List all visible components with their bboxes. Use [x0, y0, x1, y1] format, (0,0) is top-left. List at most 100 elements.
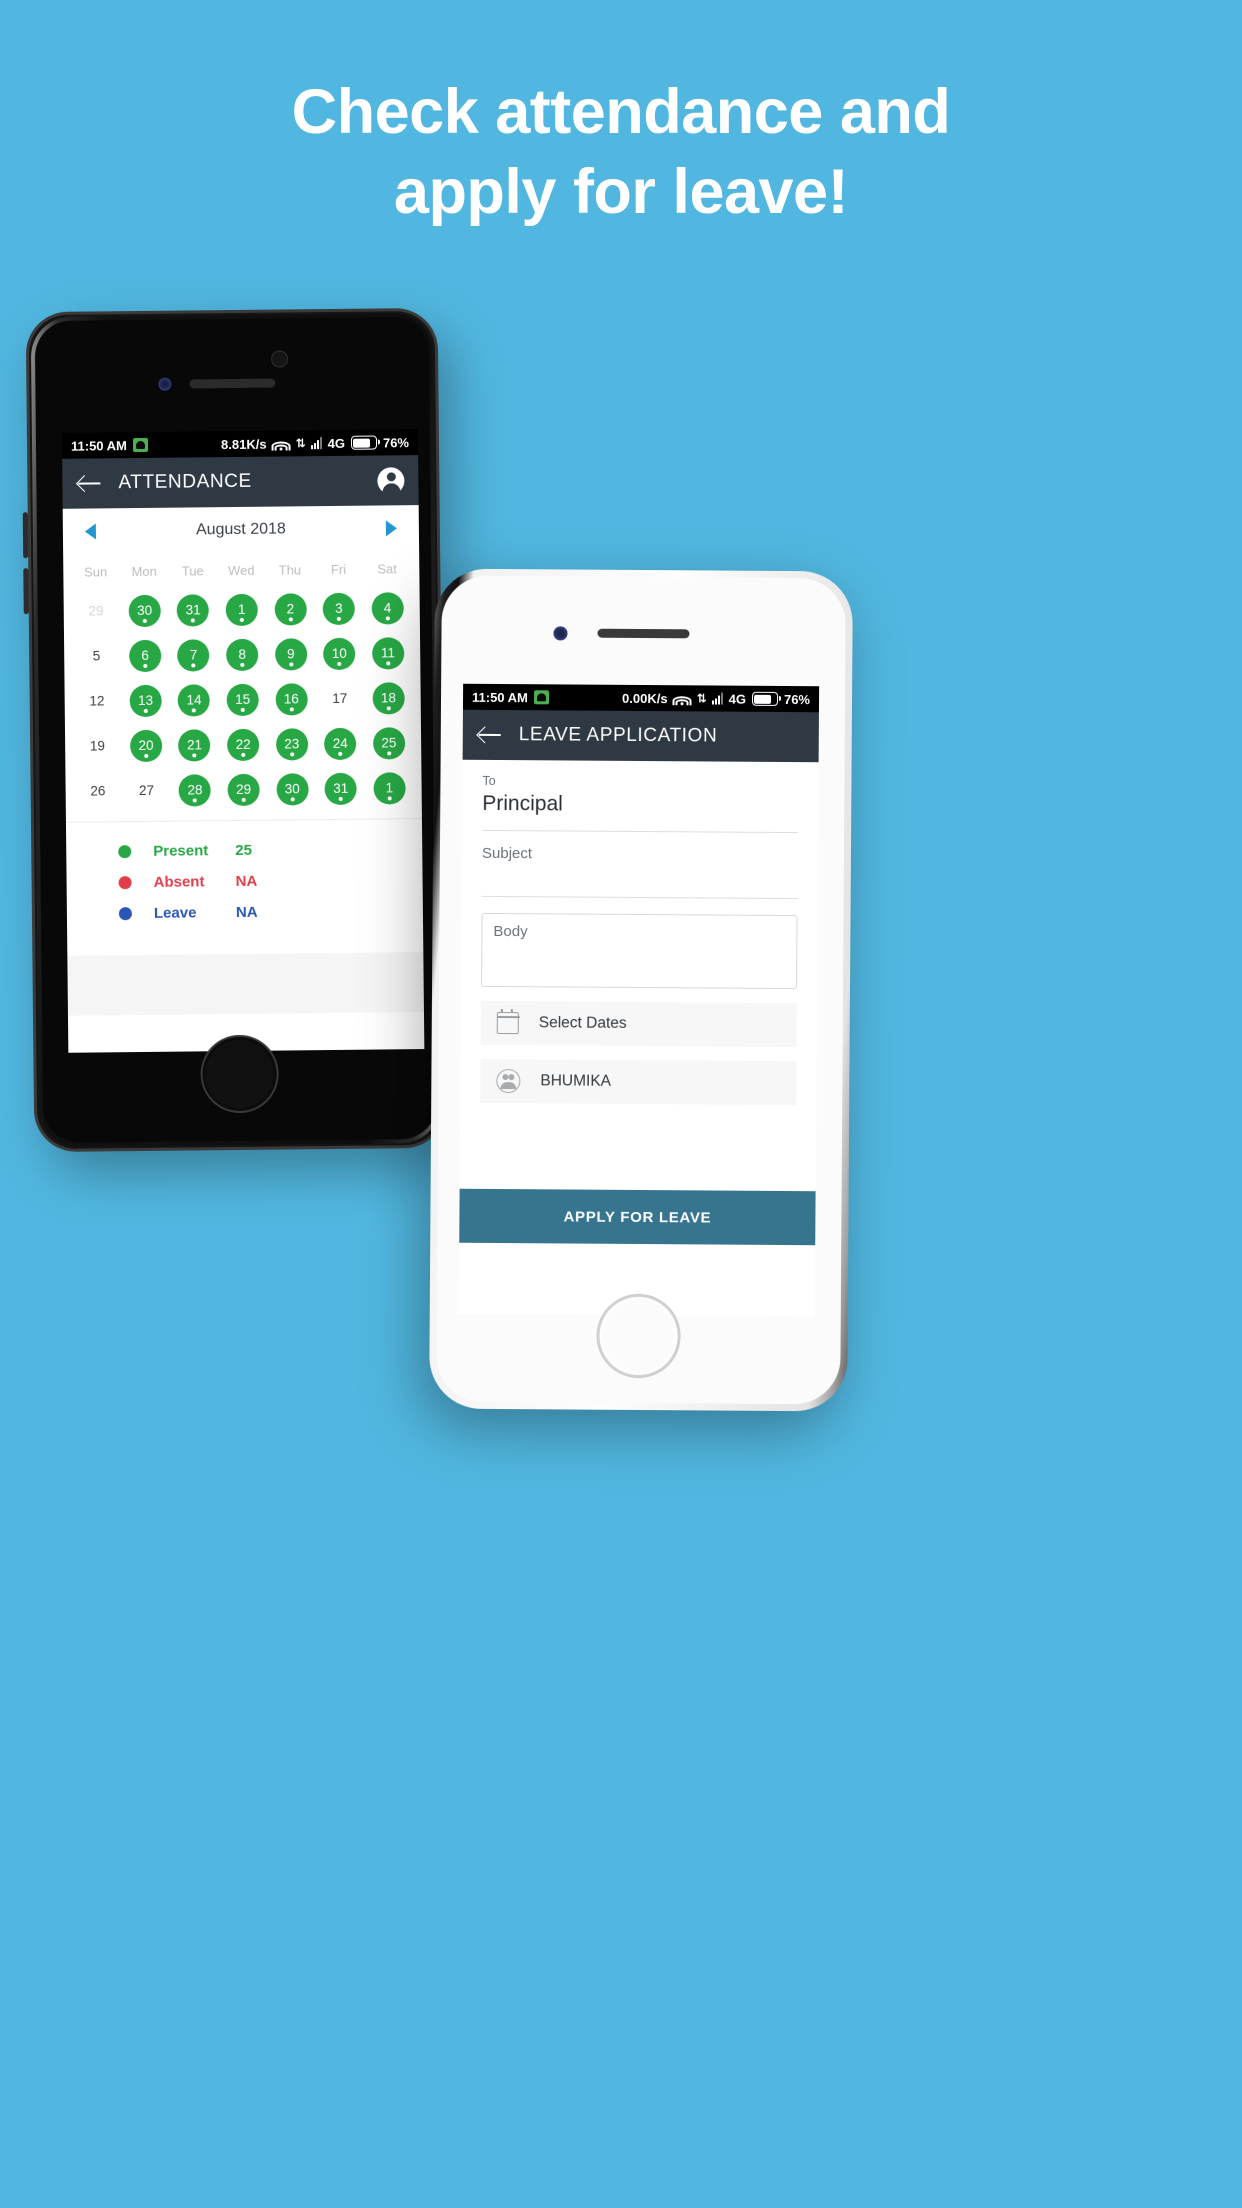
- chevron-right-icon[interactable]: [385, 520, 397, 537]
- calendar-day-present[interactable]: 31: [177, 593, 210, 627]
- calendar-day-cell[interactable]: 27: [122, 768, 171, 814]
- calendar-day-present[interactable]: 22: [227, 728, 260, 761]
- calendar-day-present[interactable]: 23: [275, 727, 308, 761]
- calendar-day-cell[interactable]: 24: [316, 721, 365, 767]
- legend-value: NA: [235, 903, 258, 922]
- headline-line-1: Check attendance and: [291, 77, 951, 147]
- phone2-home-button[interactable]: [597, 1294, 680, 1378]
- calendar-day-present[interactable]: 18: [372, 681, 405, 715]
- phone1-volume-up-button[interactable]: [22, 512, 29, 559]
- calendar-day-present[interactable]: 10: [323, 637, 356, 670]
- calendar-day-present[interactable]: 30: [276, 772, 309, 806]
- calendar-day-cell[interactable]: 23: [267, 721, 316, 767]
- calendar-day-present[interactable]: 3: [322, 592, 356, 625]
- calendar-weekday: Wed: [228, 562, 255, 578]
- calendar-day-cell[interactable]: 11: [363, 630, 412, 676]
- arrow-back-icon[interactable]: [477, 722, 503, 748]
- calendar-day-present[interactable]: 14: [177, 683, 211, 717]
- subject-field[interactable]: Subject: [481, 830, 799, 900]
- calendar-day-cell[interactable]: 3: [314, 586, 363, 632]
- calendar-day-present[interactable]: 8: [226, 638, 259, 671]
- data-transfer-icon: ⇅: [295, 436, 305, 451]
- to-field[interactable]: To Principal: [482, 759, 799, 834]
- recipient-label: BHUMIKA: [540, 1072, 612, 1090]
- calendar-day-plain: 17: [332, 690, 348, 706]
- calendar-day-cell[interactable]: 30: [120, 588, 169, 634]
- calendar-day-cell[interactable]: 1: [217, 587, 266, 633]
- calendar-day-present[interactable]: 15: [226, 683, 259, 716]
- calendar-day-cell[interactable]: 30: [268, 766, 317, 812]
- attendance-screen: 11:50 AM 8.81K/s ⇅ 4G 76% ATTENDANCE Aug…: [61, 429, 425, 1053]
- calendar-day-present[interactable]: 6: [128, 639, 162, 672]
- calendar-day-cell[interactable]: 15: [218, 677, 267, 723]
- phone1-front-camera-icon: [158, 377, 172, 391]
- body-field[interactable]: Body: [481, 912, 798, 990]
- calendar-day-cell[interactable]: 28: [171, 767, 220, 813]
- calendar-day-cell[interactable]: 7: [169, 632, 218, 678]
- account-circle-icon[interactable]: [377, 466, 405, 495]
- phone1-home-button[interactable]: [200, 1034, 280, 1114]
- calendar-day-cell[interactable]: 13: [121, 678, 170, 724]
- calendar-day-cell[interactable]: 29: [219, 767, 268, 813]
- recipient-row[interactable]: BHUMIKA: [480, 1058, 797, 1106]
- calendar-day-present[interactable]: 31: [324, 772, 357, 805]
- signal-bars-icon: [711, 692, 723, 705]
- arrow-back-icon[interactable]: [76, 470, 102, 496]
- calendar-day-present[interactable]: 2: [274, 592, 307, 626]
- calendar-day-present[interactable]: 9: [274, 637, 307, 671]
- phone1-face: 11:50 AM 8.81K/s ⇅ 4G 76% ATTENDANCE Aug…: [34, 316, 438, 1144]
- legend-label: Present: [153, 842, 209, 860]
- calendar-day-cell[interactable]: 8: [218, 632, 267, 678]
- calendar-day-cell[interactable]: 17: [315, 676, 364, 722]
- calendar-day-cell[interactable]: 20: [122, 723, 171, 769]
- calendar-day-cell[interactable]: 6: [121, 633, 170, 679]
- calendar-day-cell[interactable]: 16: [267, 676, 316, 722]
- calendar-day-cell[interactable]: 26: [73, 768, 122, 814]
- apply-for-leave-button[interactable]: APPLY FOR LEAVE: [459, 1188, 816, 1246]
- calendar-day-cell[interactable]: 9: [266, 631, 315, 677]
- calendar-day-present[interactable]: 20: [129, 729, 163, 762]
- calendar-day-present[interactable]: 7: [177, 638, 210, 672]
- select-dates-row[interactable]: Select Dates: [480, 1000, 797, 1048]
- calendar-day-cell[interactable]: 31: [169, 587, 218, 633]
- calendar-day-plain: 27: [138, 782, 155, 799]
- calendar-day-cell[interactable]: 31: [316, 766, 365, 812]
- body-placeholder: Body: [493, 922, 528, 941]
- calendar-day-cell[interactable]: 12: [72, 678, 121, 724]
- calendar-day-cell[interactable]: 25: [364, 720, 413, 766]
- calendar-day-cell[interactable]: 19: [73, 723, 122, 769]
- leave-application-screen: 11:50 AM 0.00K/s ⇅ 4G 76% LEAVE APPLICAT…: [458, 683, 820, 1317]
- calendar-weekday: Fri: [330, 561, 347, 577]
- calendar-day-present[interactable]: 24: [324, 727, 357, 760]
- calendar-weekday: Sat: [377, 560, 397, 577]
- calendar-day-present[interactable]: 1: [225, 593, 258, 626]
- calendar-day-present[interactable]: 16: [275, 682, 308, 716]
- phone-attendance-device: 11:50 AM 8.81K/s ⇅ 4G 76% ATTENDANCE Aug…: [22, 307, 447, 1153]
- calendar-day-present[interactable]: 1: [373, 771, 406, 805]
- phone1-volume-down-button[interactable]: [23, 568, 29, 615]
- calendar-day-present[interactable]: 4: [371, 591, 404, 625]
- calendar-day-cell[interactable]: 2: [266, 586, 315, 632]
- calendar-day-cell[interactable]: 5: [72, 633, 121, 679]
- phone-leave-device: 11:50 AM 0.00K/s ⇅ 4G 76% LEAVE APPLICAT…: [429, 568, 853, 1412]
- calendar-day-cell[interactable]: 18: [364, 675, 413, 721]
- headline-line-2: apply for leave!: [393, 157, 849, 227]
- calendar-day-present[interactable]: 30: [128, 594, 161, 627]
- calendar-day-present[interactable]: 11: [371, 636, 405, 670]
- calendar-day-cell[interactable]: 1: [365, 765, 414, 811]
- calendar-day-cell[interactable]: 29: [72, 588, 121, 634]
- calendar-day-present[interactable]: 28: [178, 773, 212, 807]
- calendar-day-present[interactable]: 21: [178, 728, 211, 762]
- calendar-week-row: 12 13 14 15 16 17 18: [72, 675, 412, 724]
- calendar-day-present[interactable]: 25: [372, 726, 406, 760]
- calendar-day-cell[interactable]: 22: [219, 722, 268, 768]
- calendar-day-cell[interactable]: 4: [363, 585, 412, 631]
- calendar-day-present[interactable]: 29: [227, 773, 260, 806]
- calendar-day-cell[interactable]: 21: [170, 722, 219, 768]
- calendar-month-title: August 2018: [195, 520, 286, 539]
- calendar-day-cell[interactable]: 10: [315, 631, 364, 677]
- calendar-day-cell[interactable]: 14: [170, 677, 219, 723]
- calendar-day-present[interactable]: 13: [129, 684, 162, 717]
- leave-title: LEAVE APPLICATION: [518, 724, 718, 747]
- chevron-left-icon[interactable]: [84, 523, 96, 540]
